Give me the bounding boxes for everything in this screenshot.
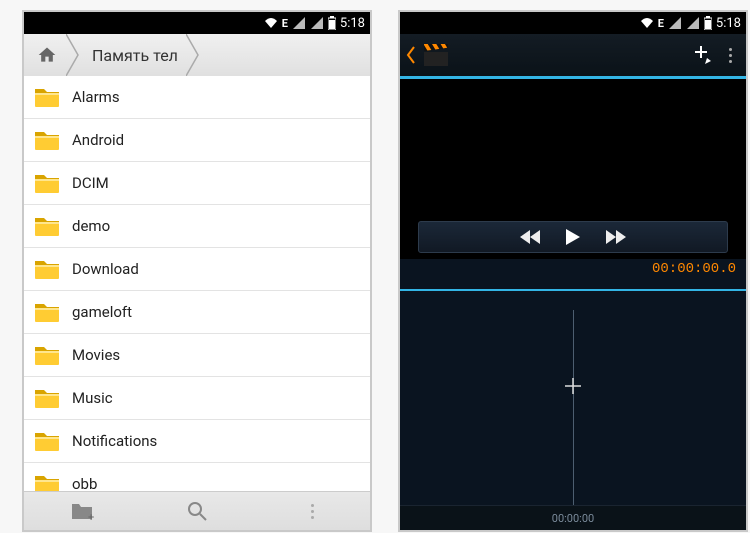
plus-arrow-icon — [691, 44, 713, 66]
network-type: E — [282, 17, 288, 30]
breadcrumb-label: Память тел — [92, 46, 178, 65]
bottom-toolbar: + — [24, 491, 370, 530]
plus-icon — [563, 376, 583, 396]
folder-label: gameloft — [72, 303, 132, 321]
folder-label: Alarms — [72, 88, 120, 106]
svg-text:+: + — [88, 511, 94, 521]
breadcrumb: Память тел — [24, 34, 370, 77]
add-clip-button[interactable] — [691, 44, 713, 66]
forward-button[interactable] — [606, 230, 626, 244]
folder-label: demo — [72, 217, 110, 235]
overflow-icon — [303, 504, 322, 519]
folder-row[interactable]: Download — [24, 248, 370, 291]
folder-label: Android — [72, 131, 124, 149]
battery-icon — [328, 16, 336, 30]
search-button[interactable] — [139, 492, 254, 530]
folder-icon — [34, 301, 60, 323]
folder-label: Movies — [72, 346, 120, 364]
signal-icon — [668, 17, 682, 29]
forward-icon — [606, 230, 626, 244]
folder-label: DCIM — [72, 174, 109, 192]
signal-icon-2 — [686, 17, 700, 29]
clapperboard-icon — [424, 44, 448, 66]
playhead-line[interactable] — [573, 310, 574, 506]
status-time: 5:18 — [716, 16, 741, 31]
timeline-ruler[interactable]: 00:00:00 — [400, 505, 746, 530]
status-bar-right: E 5:18 — [400, 12, 746, 34]
signal-icon-2 — [310, 17, 324, 29]
play-button[interactable] — [566, 229, 580, 245]
new-folder-button[interactable]: + — [24, 492, 139, 530]
folder-row[interactable]: Music — [24, 377, 370, 420]
folder-icon — [34, 215, 60, 237]
status-time: 5:18 — [340, 16, 365, 31]
folder-row[interactable]: Android — [24, 119, 370, 162]
wifi-icon — [264, 17, 278, 29]
folder-icon — [34, 430, 60, 452]
folder-icon — [34, 172, 60, 194]
timeline-add-button[interactable] — [563, 374, 583, 402]
folder-label: obb — [72, 475, 97, 492]
signal-icon — [292, 17, 306, 29]
play-icon — [566, 229, 580, 245]
overflow-icon — [721, 48, 740, 63]
chevron-icon — [66, 34, 80, 76]
phone-file-manager: E 5:18 Память тел Alarms Android DCIM demo D… — [22, 10, 372, 532]
folder-row[interactable]: obb — [24, 463, 370, 492]
folder-icon — [34, 129, 60, 151]
editor-toolbar — [400, 34, 746, 76]
phone-video-editor: E 5:18 — [398, 10, 748, 532]
breadcrumb-location[interactable]: Память тел — [80, 46, 186, 65]
overflow-button[interactable] — [721, 48, 740, 63]
folder-icon — [34, 473, 60, 492]
folder-icon — [34, 258, 60, 280]
folder-row[interactable]: Movies — [24, 334, 370, 377]
folder-icon — [34, 344, 60, 366]
folder-icon — [34, 86, 60, 108]
timeline[interactable] — [400, 310, 746, 506]
folder-row[interactable]: Alarms — [24, 76, 370, 119]
folder-label: Notifications — [72, 432, 157, 450]
rewind-button[interactable] — [520, 230, 540, 244]
playback-controls — [418, 221, 728, 253]
folder-row[interactable]: demo — [24, 205, 370, 248]
folder-row[interactable]: Notifications — [24, 420, 370, 463]
home-icon — [36, 45, 58, 65]
folder-label: Download — [72, 260, 139, 278]
folder-label: Music — [72, 389, 113, 407]
battery-icon — [704, 16, 712, 30]
folder-row[interactable]: gameloft — [24, 291, 370, 334]
chevron-icon — [186, 34, 200, 76]
status-bar-left: E 5:18 — [24, 12, 370, 34]
preview-pane[interactable] — [400, 79, 746, 259]
folder-list[interactable]: Alarms Android DCIM demo Download gameloft Mov… — [24, 76, 370, 492]
folder-icon — [34, 387, 60, 409]
overflow-button[interactable] — [255, 492, 370, 530]
back-button[interactable] — [406, 46, 416, 64]
folder-row[interactable]: DCIM — [24, 162, 370, 205]
wifi-icon — [640, 17, 654, 29]
breadcrumb-home[interactable] — [24, 45, 66, 65]
new-folder-icon: + — [70, 501, 94, 521]
timecode: 00:00:00.0 — [400, 259, 746, 285]
search-icon — [187, 501, 207, 521]
rewind-icon — [520, 230, 540, 244]
ruler-label: 00:00:00 — [552, 512, 594, 525]
back-icon — [406, 46, 416, 64]
network-type: E — [658, 17, 664, 30]
